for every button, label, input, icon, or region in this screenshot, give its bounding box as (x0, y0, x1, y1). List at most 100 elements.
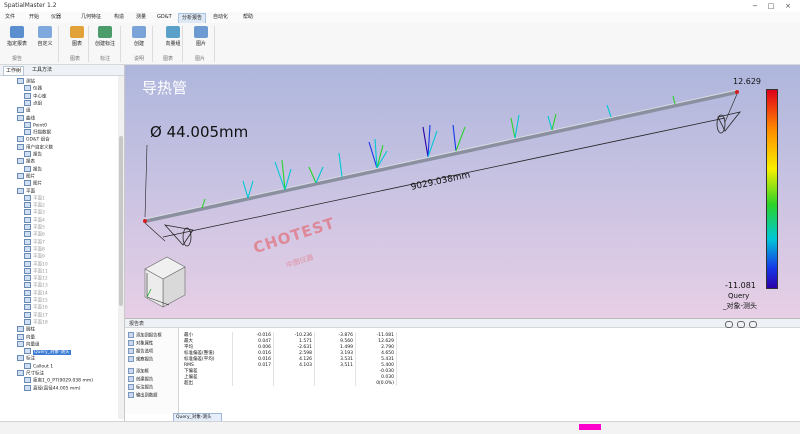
report-menu: 添加到报告框 对象属性 报告选项 观察报告添加框 创建报告 标注报告 输出到数据 (125, 328, 179, 414)
diameter-label[interactable]: Ø 44.005mm (150, 123, 248, 141)
tree-item[interactable]: Callout 1 (24, 362, 53, 370)
zoom-out-icon[interactable] (737, 321, 745, 328)
tree-item[interactable]: 图片 (17, 172, 35, 180)
table-row: 超出 0(0.0%) (182, 380, 397, 386)
tree-item[interactable]: 距离1_0_P7(9029.038 mm) (24, 377, 93, 384)
tree-node-icon (24, 260, 31, 267)
menu-item-8[interactable]: 自动化 (210, 13, 231, 22)
report-menu-item[interactable]: 标注报告 (128, 384, 153, 392)
report-menu-item[interactable]: 输出到数据 (128, 392, 157, 400)
tree-item[interactable]: 曲线 (17, 114, 35, 122)
tree-item[interactable]: Point0 (24, 121, 47, 129)
report-menu-item[interactable]: 创建报告 (128, 376, 153, 384)
report-menu-item[interactable]: 观察报告 (128, 356, 153, 364)
tree-item-label: 直径(直径44.005 mm) (33, 386, 81, 392)
tree-item[interactable]: 平面1 (24, 194, 45, 202)
tree-item[interactable]: 平面17 (24, 311, 48, 319)
report-menu-icon (128, 332, 134, 338)
menu-item-1[interactable]: 开始 (26, 13, 42, 22)
tree-item[interactable]: 仪器 (24, 85, 42, 92)
report-menu-label: 输出到数据 (136, 393, 158, 399)
ribbon-button-6[interactable]: 图片 (188, 26, 214, 47)
tree-item[interactable]: 用户自定义数 (17, 143, 53, 151)
tree-item-label: Query_对象-测头 (33, 349, 71, 355)
tree-item[interactable]: 点组 (24, 99, 42, 107)
tree-item[interactable]: Query_对象-测头 (24, 348, 71, 355)
menu-item-3[interactable]: 几何特征 (78, 13, 104, 22)
report-header: 报告表 (125, 319, 800, 328)
menu-item-0[interactable]: 文件 (2, 13, 18, 22)
tree-item-label: 点组 (33, 101, 42, 107)
ribbon-button-label: 指定报表 (6, 41, 27, 47)
tree-item[interactable]: 平面9 (24, 253, 45, 260)
tree-item[interactable]: 向量组 (17, 340, 40, 348)
menu-item-5[interactable]: 测量 (133, 13, 149, 22)
tree-item-label: 平面4 (33, 218, 45, 224)
tree-item[interactable]: 平面5 (24, 224, 45, 231)
tree-item[interactable]: 尺寸标注 (17, 370, 44, 377)
tree-item-label: 平面12 (33, 276, 48, 282)
tree-item[interactable]: 平面16 (24, 304, 48, 311)
tree-item[interactable]: 组 (17, 107, 31, 114)
tree-item[interactable]: GD&T 组合 (17, 136, 50, 143)
ribbon-icon-2 (70, 26, 84, 38)
tree-item[interactable]: 平面13 (24, 282, 48, 289)
tree-item-label: 曲线 (26, 116, 35, 121)
tree-item-label: 平面2 (33, 203, 45, 209)
ribbon-button-1[interactable]: 自定义 (32, 26, 58, 47)
tree-item[interactable]: 直径(直径44.005 mm) (24, 384, 81, 392)
tree-node-icon (17, 355, 24, 362)
3d-viewport[interactable]: 导热管 Ø 44.005mm 9029.038mm 12.629 -11.081… (125, 65, 800, 318)
menu-item-2[interactable]: 仪器 (48, 13, 64, 22)
tree-item[interactable]: 向量 (17, 333, 35, 341)
table-cell (232, 380, 274, 386)
fit-icon[interactable] (749, 321, 757, 328)
tree-node-icon (24, 85, 31, 92)
tree-item[interactable]: 平面14 (24, 289, 48, 297)
ribbon-button-4[interactable]: 创建 (126, 26, 152, 47)
tree-item[interactable]: 平面15 (24, 297, 48, 304)
tree-item[interactable]: 测站 (17, 78, 35, 85)
minimize-button[interactable]: − (748, 1, 762, 11)
tree-item[interactable]: 平面3 (24, 209, 45, 216)
zoom-in-icon[interactable] (725, 321, 733, 328)
tree-node-icon (24, 362, 31, 369)
tree-item[interactable]: 扫描数据 (24, 129, 51, 136)
report-menu-item[interactable]: 添加框 (128, 368, 149, 376)
tree-item-label: 组 (26, 108, 31, 114)
tree-item[interactable]: 平面6 (24, 231, 45, 238)
maximize-button[interactable]: □ (764, 1, 778, 11)
tree-item[interactable]: 平面2 (24, 202, 45, 209)
report-menu-item[interactable]: 对象属性 (128, 340, 153, 348)
tree-item[interactable]: 中心库 (24, 92, 47, 100)
tree-item[interactable]: 平面 (17, 187, 35, 195)
tree-item[interactable]: 圆柱 (17, 326, 35, 333)
tree-item-label: 平面16 (33, 305, 48, 311)
report-menu-item[interactable]: 添加到报告框 (128, 332, 162, 340)
tree-item[interactable]: 标注 (17, 355, 35, 362)
menu-item-4[interactable]: 构造 (111, 13, 127, 22)
tree-item[interactable]: 报表 (17, 158, 35, 165)
menu-item-9[interactable]: 帮助 (240, 13, 256, 22)
tree-item[interactable]: 平面10 (24, 260, 48, 268)
ribbon-button-3[interactable]: 创建标注 (92, 26, 118, 47)
tree-item[interactable]: 图片 (24, 180, 42, 187)
ribbon-button-2[interactable]: 图表 (64, 26, 90, 47)
tree-item[interactable]: 平面11 (24, 267, 48, 275)
tree-scrollbar[interactable] (118, 76, 124, 419)
menu-item-6[interactable]: GD&T (154, 13, 175, 22)
ribbon-icon-4 (132, 26, 146, 38)
tree-item[interactable]: 平面18 (24, 318, 48, 326)
ribbon-button-0[interactable]: 指定报表 (4, 26, 30, 47)
tab-tools[interactable]: 工具方法 (30, 66, 54, 74)
tree-item[interactable]: 报告 (24, 165, 42, 173)
tree-node-icon (24, 231, 31, 238)
tree-item[interactable]: 平面7 (24, 238, 45, 246)
report-menu-item[interactable]: 报告选项 (128, 348, 153, 356)
tab-worktree[interactable]: 工作树 (3, 66, 25, 76)
close-button[interactable]: × (781, 1, 795, 11)
tree-item[interactable]: 平面4 (24, 216, 45, 224)
tree-item[interactable]: 平面12 (24, 275, 48, 282)
tree-item[interactable]: 平面8 (24, 245, 45, 253)
tree-item[interactable]: 报告 (24, 151, 42, 158)
